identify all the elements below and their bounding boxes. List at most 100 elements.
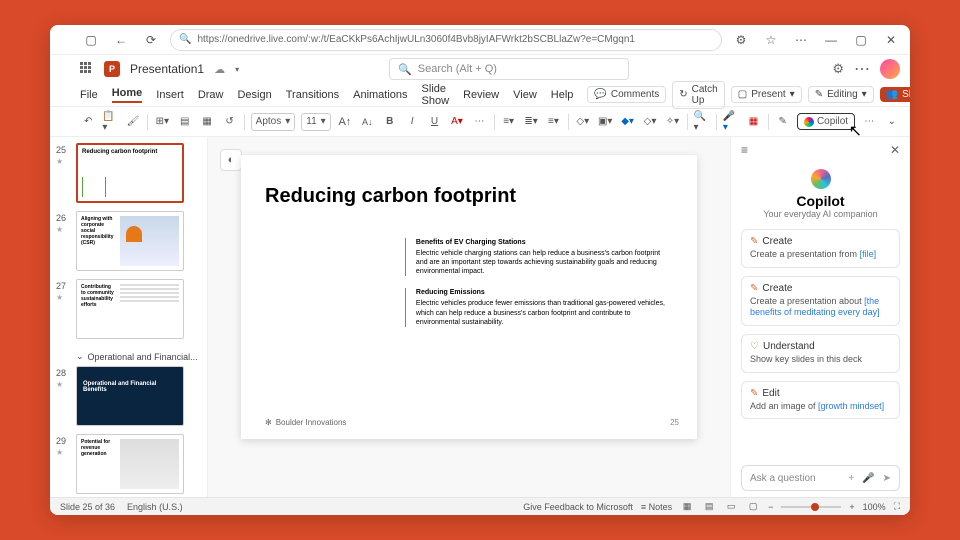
copilot-card-edit[interactable]: ✎Edit Add an image of [growth mindset] — [741, 381, 900, 420]
ribbon-collapse-button[interactable]: ⌄ — [884, 113, 900, 131]
designer-ribbon-button[interactable]: ✎ — [775, 113, 791, 131]
tab-review[interactable]: Review — [463, 89, 499, 101]
tab-draw[interactable]: Draw — [198, 89, 224, 101]
format-painter-button[interactable]: 🖌 — [125, 113, 141, 131]
shapes-button[interactable]: ◇▾ — [575, 113, 591, 131]
status-language[interactable]: English (U.S.) — [127, 502, 183, 512]
paste-button[interactable]: 📋▾ — [102, 113, 118, 131]
view-sorter-button[interactable]: ▤ — [702, 500, 716, 514]
zoom-slider[interactable] — [781, 506, 841, 508]
tab-transitions[interactable]: Transitions — [286, 89, 339, 101]
view-reading-button[interactable]: ▭ — [724, 500, 738, 514]
underline-button[interactable]: U — [426, 113, 442, 131]
nav-back-button[interactable]: ← — [110, 29, 132, 51]
view-slideshow-button[interactable]: ▢ — [746, 500, 760, 514]
decrease-font-button[interactable]: A↓ — [359, 113, 375, 131]
chevron-down-icon: ⌄ — [76, 351, 84, 362]
fit-to-window-button[interactable]: ⛶ — [894, 501, 900, 512]
tab-insert[interactable]: Insert — [156, 89, 184, 101]
reset-button[interactable]: ↺ — [221, 113, 237, 131]
share-button[interactable]: 👥 Share ▾ — [880, 87, 910, 102]
tab-file[interactable]: File — [80, 89, 98, 101]
tab-new-button[interactable]: ▢ — [80, 29, 102, 51]
present-button[interactable]: ▢ Present ▾ — [731, 86, 802, 103]
bold-button[interactable]: B — [382, 113, 398, 131]
dictate-button[interactable]: 🎤▾ — [723, 113, 739, 131]
dropdown-icon[interactable]: ▾ — [235, 65, 239, 74]
slide-thumb-29[interactable]: 29 ★ Potential for revenue generation — [76, 434, 207, 494]
header-more[interactable]: ⋯ — [854, 59, 870, 79]
more-font-button[interactable]: ⋯ — [471, 113, 487, 131]
shape-outline-button[interactable]: ◇▾ — [642, 113, 658, 131]
current-slide[interactable]: Reducing carbon footprint Benefits of EV… — [241, 155, 697, 439]
extensions-button[interactable]: ⚙ — [730, 29, 752, 51]
tab-design[interactable]: Design — [237, 89, 271, 101]
slide-thumb-27[interactable]: 27 ★ Contributing to community sustainab… — [76, 279, 207, 339]
tab-view[interactable]: View — [513, 89, 537, 101]
slide-thumb-25[interactable]: 25 ★ Reducing carbon footprint — [76, 143, 207, 203]
copilot-ask-input[interactable]: Ask a question + 🎤 ➤ — [741, 465, 900, 491]
view-normal-button[interactable]: ▦ — [680, 500, 694, 514]
align-button[interactable]: ≡▾ — [545, 113, 561, 131]
font-family-select[interactable]: Aptos ▾ — [251, 113, 296, 131]
zoom-in-button[interactable]: + — [849, 502, 854, 512]
italic-button[interactable]: I — [404, 113, 420, 131]
nav-refresh-button[interactable]: ⟳ — [140, 29, 162, 51]
settings-icon[interactable]: ⚙ — [832, 61, 844, 77]
mic-icon[interactable]: 🎤 — [862, 473, 874, 484]
bullets-button[interactable]: ≡▾ — [500, 113, 516, 131]
font-size-select[interactable]: 11 ▾ — [301, 113, 330, 131]
document-name[interactable]: Presentation1 — [130, 62, 204, 76]
zoom-level[interactable]: 100% — [863, 502, 886, 512]
shape-fill-button[interactable]: ◆▾ — [619, 113, 635, 131]
new-slide-button[interactable]: ⊞▾ — [154, 113, 170, 131]
designer-button[interactable]: ✧▾ — [664, 113, 680, 131]
more-button[interactable]: ⋯ — [790, 29, 812, 51]
undo-button[interactable]: ↶ — [80, 113, 96, 131]
app-header: P Presentation1 ☁ ▾ 🔍 Search (Alt + Q) ⚙… — [50, 55, 910, 83]
section-header[interactable]: ⌄ Operational and Financial... — [76, 347, 207, 366]
panel-close-button[interactable]: ✕ — [890, 143, 900, 157]
catchup-button[interactable]: ↻ Catch Up — [672, 81, 725, 109]
panel-menu-icon[interactable]: ≡ — [741, 143, 748, 157]
tab-animations[interactable]: Animations — [353, 89, 407, 101]
table-button[interactable]: ▦ — [199, 113, 215, 131]
addins-button[interactable]: ▦ — [745, 113, 761, 131]
slide-thumb-26[interactable]: 26 ★ Aligning with corporate social resp… — [76, 211, 207, 271]
numbering-button[interactable]: ≣▾ — [523, 113, 539, 131]
increase-font-button[interactable]: A↑ — [337, 113, 353, 131]
animation-icon: ★ — [56, 293, 63, 302]
editing-button[interactable]: ✎ Editing ▾ — [808, 86, 874, 103]
user-avatar[interactable] — [880, 59, 900, 79]
comments-button[interactable]: 💬 Comments — [587, 86, 666, 103]
status-slide-count[interactable]: Slide 25 of 36 — [60, 502, 115, 512]
address-bar[interactable]: 🔍 https://onedrive.live.com/:w:/t/EaCKkP… — [170, 29, 722, 51]
floating-toolbar[interactable]: ◐ — [220, 149, 242, 171]
status-notes[interactable]: ≡ Notes — [641, 502, 672, 512]
pencil-icon: ✎ — [750, 388, 758, 399]
zoom-out-button[interactable]: − — [768, 502, 773, 512]
window-close[interactable]: ✕ — [880, 29, 902, 51]
copilot-card-understand[interactable]: ♡Understand Show key slides in this deck — [741, 334, 900, 373]
font-color-button[interactable]: A▾ — [449, 113, 465, 131]
status-feedback[interactable]: Give Feedback to Microsoft — [523, 502, 633, 512]
slide-thumb-28[interactable]: 28 ★ Operational and Financial Benefits — [76, 366, 207, 426]
find-button[interactable]: 🔍▾ — [694, 113, 710, 131]
copilot-ribbon-button[interactable]: Copilot ↖ — [797, 113, 855, 130]
app-launcher-icon[interactable] — [80, 62, 94, 76]
ribbon-more-button[interactable]: ⋯ — [861, 113, 877, 131]
tab-help[interactable]: Help — [551, 89, 574, 101]
ribbon-toolbar: ↶ 📋▾ 🖌 ⊞▾ ▤ ▦ ↺ Aptos ▾ 11 ▾ A↑ A↓ B I U… — [50, 107, 910, 137]
window-maximize[interactable]: ▢ — [850, 29, 872, 51]
tab-slideshow[interactable]: Slide Show — [422, 83, 450, 107]
tab-home[interactable]: Home — [112, 87, 143, 103]
send-icon[interactable]: ➤ — [883, 473, 891, 484]
layout-button[interactable]: ▤ — [177, 113, 193, 131]
copilot-card-create-about[interactable]: ✎Create Create a presentation about [the… — [741, 276, 900, 326]
favorites-button[interactable]: ☆ — [760, 29, 782, 51]
copilot-card-create-file[interactable]: ✎Create Create a presentation from [file… — [741, 229, 900, 268]
plus-icon[interactable]: + — [848, 473, 854, 484]
search-box[interactable]: 🔍 Search (Alt + Q) — [389, 58, 629, 80]
window-minimize[interactable]: — — [820, 29, 842, 51]
arrange-button[interactable]: ▣▾ — [597, 113, 613, 131]
